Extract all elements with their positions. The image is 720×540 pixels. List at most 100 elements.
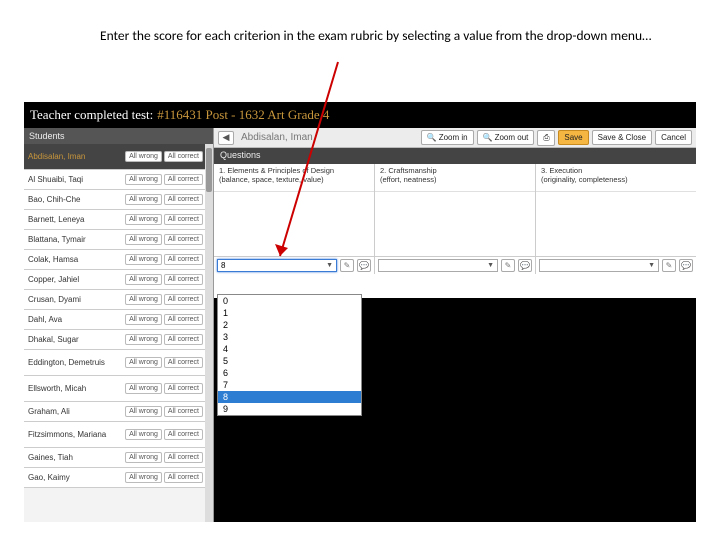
all-correct-button[interactable]: All correct: [164, 357, 203, 368]
dropdown-option[interactable]: 6: [218, 367, 361, 379]
all-correct-button[interactable]: All correct: [164, 174, 203, 185]
student-row[interactable]: Fitzsimmons, MarianaAll wrongAll correct: [24, 422, 205, 448]
all-wrong-button[interactable]: All wrong: [125, 314, 162, 325]
instruction-text: Enter the score for each criterion in th…: [100, 28, 660, 45]
all-wrong-button[interactable]: All wrong: [125, 234, 162, 245]
all-correct-button[interactable]: All correct: [164, 151, 203, 162]
student-row[interactable]: Barnett, LeneyaAll wrongAll correct: [24, 210, 205, 230]
all-wrong-button[interactable]: All wrong: [125, 406, 162, 417]
score-select[interactable]: 8▼: [217, 259, 337, 272]
print-button[interactable]: ⎙: [537, 130, 555, 146]
save-button[interactable]: Save: [558, 130, 588, 145]
edit-icon[interactable]: ✎: [501, 259, 515, 272]
student-name: Bao, Chih-Che: [24, 196, 125, 204]
dropdown-option[interactable]: 9: [218, 403, 361, 415]
all-correct-button[interactable]: All correct: [164, 452, 203, 463]
student-row[interactable]: Ellsworth, MicahAll wrongAll correct: [24, 376, 205, 402]
all-correct-button[interactable]: All correct: [164, 314, 203, 325]
student-name: Blattana, Tymair: [24, 236, 125, 244]
all-correct-button[interactable]: All correct: [164, 214, 203, 225]
student-name: Eddington, Demetruis: [24, 359, 125, 367]
all-correct-button[interactable]: All correct: [164, 383, 203, 394]
dropdown-option[interactable]: 1: [218, 307, 361, 319]
score-dropdown-list[interactable]: 0123456789: [217, 294, 362, 416]
dropdown-option[interactable]: 8: [218, 391, 361, 403]
dropdown-option[interactable]: 3: [218, 331, 361, 343]
all-wrong-button[interactable]: All wrong: [125, 357, 162, 368]
student-row[interactable]: Gaines, TiahAll wrongAll correct: [24, 448, 205, 468]
all-wrong-button[interactable]: All wrong: [125, 254, 162, 265]
dropdown-option[interactable]: 2: [218, 319, 361, 331]
dropdown-option[interactable]: 5: [218, 355, 361, 367]
all-correct-button[interactable]: All correct: [164, 254, 203, 265]
all-wrong-button[interactable]: All wrong: [125, 214, 162, 225]
edit-icon[interactable]: ✎: [340, 259, 354, 272]
zoom-out-button[interactable]: 🔍Zoom out: [477, 130, 535, 145]
title-suffix: #116431 Post - 1632 Art Grade 4: [157, 107, 329, 123]
dropdown-option[interactable]: 4: [218, 343, 361, 355]
comment-icon[interactable]: 💬: [679, 259, 693, 272]
all-correct-button[interactable]: All correct: [164, 194, 203, 205]
all-correct-button[interactable]: All correct: [164, 334, 203, 345]
all-wrong-button[interactable]: All wrong: [125, 383, 162, 394]
main-panel: ◀ Abdisalan, Iman 🔍Zoom in 🔍Zoom out ⎙ S…: [214, 128, 696, 298]
score-select[interactable]: ▼: [539, 259, 659, 272]
student-row[interactable]: Dhakal, SugarAll wrongAll correct: [24, 330, 205, 350]
all-wrong-button[interactable]: All wrong: [125, 174, 162, 185]
comment-icon[interactable]: 💬: [518, 259, 532, 272]
dropdown-option[interactable]: 7: [218, 379, 361, 391]
student-name: Al Shuaibi, Taqi: [24, 176, 125, 184]
student-row[interactable]: Crusan, DyamiAll wrongAll correct: [24, 290, 205, 310]
student-name: Fitzsimmons, Mariana: [24, 431, 125, 439]
comment-icon[interactable]: 💬: [357, 259, 371, 272]
all-wrong-button[interactable]: All wrong: [125, 274, 162, 285]
score-select[interactable]: ▼: [378, 259, 498, 272]
all-wrong-button[interactable]: All wrong: [125, 472, 162, 483]
dropdown-option[interactable]: 0: [218, 295, 361, 307]
student-row[interactable]: Blattana, TymairAll wrongAll correct: [24, 230, 205, 250]
student-row[interactable]: Bao, Chih-CheAll wrongAll correct: [24, 190, 205, 210]
edit-icon[interactable]: ✎: [662, 259, 676, 272]
student-row[interactable]: Eddington, DemetruisAll wrongAll correct: [24, 350, 205, 376]
student-row[interactable]: Al Shuaibi, TaqiAll wrongAll correct: [24, 170, 205, 190]
all-correct-button[interactable]: All correct: [164, 234, 203, 245]
all-correct-button[interactable]: All correct: [164, 406, 203, 417]
all-correct-button[interactable]: All correct: [164, 274, 203, 285]
all-wrong-button[interactable]: All wrong: [125, 334, 162, 345]
student-row[interactable]: Dahl, AvaAll wrongAll correct: [24, 310, 205, 330]
all-wrong-button[interactable]: All wrong: [125, 294, 162, 305]
cancel-button[interactable]: Cancel: [655, 130, 692, 145]
all-wrong-button[interactable]: All wrong: [125, 194, 162, 205]
toolbar: ◀ Abdisalan, Iman 🔍Zoom in 🔍Zoom out ⎙ S…: [214, 128, 696, 148]
sidebar-title: Students: [29, 131, 65, 141]
student-row[interactable]: Abdisalan, ImanAll wrongAll correct: [24, 144, 205, 170]
save-close-button[interactable]: Save & Close: [592, 130, 652, 145]
student-row[interactable]: Copper, JahielAll wrongAll correct: [24, 270, 205, 290]
question-footer: ▼✎💬: [375, 256, 535, 274]
student-row[interactable]: Colak, HamsaAll wrongAll correct: [24, 250, 205, 270]
all-correct-button[interactable]: All correct: [164, 294, 203, 305]
student-name: Graham, Ali: [24, 408, 125, 416]
back-button[interactable]: ◀: [218, 131, 234, 145]
student-name: Crusan, Dyami: [24, 296, 125, 304]
sidebar-scrollbar[interactable]: [205, 144, 213, 522]
all-correct-button[interactable]: All correct: [164, 472, 203, 483]
all-wrong-button[interactable]: All wrong: [125, 151, 162, 162]
students-sidebar: Students Abdisalan, ImanAll wrongAll cor…: [24, 128, 214, 522]
question-column: 1. Elements & Principles of Design(balan…: [214, 164, 375, 274]
question-footer: 8▼✎💬: [214, 256, 374, 274]
questions-grid: 1. Elements & Principles of Design(balan…: [214, 164, 696, 274]
student-name: Ellsworth, Micah: [24, 385, 125, 393]
question-header: 3. Execution(originality, completeness): [536, 164, 696, 192]
scrollbar-thumb[interactable]: [206, 148, 212, 192]
question-column: 3. Execution(originality, completeness) ▼…: [536, 164, 696, 274]
all-correct-button[interactable]: All correct: [164, 429, 203, 440]
student-row[interactable]: Gao, KaimyAll wrongAll correct: [24, 468, 205, 488]
question-column: 2. Craftsmanship(effort, neatness)▼✎💬: [375, 164, 536, 274]
zoom-in-button[interactable]: 🔍Zoom in: [421, 130, 474, 145]
student-name: Gaines, Tiah: [24, 454, 125, 462]
all-wrong-button[interactable]: All wrong: [125, 452, 162, 463]
student-name: Abdisalan, Iman: [24, 153, 125, 161]
student-row[interactable]: Graham, AliAll wrongAll correct: [24, 402, 205, 422]
all-wrong-button[interactable]: All wrong: [125, 429, 162, 440]
